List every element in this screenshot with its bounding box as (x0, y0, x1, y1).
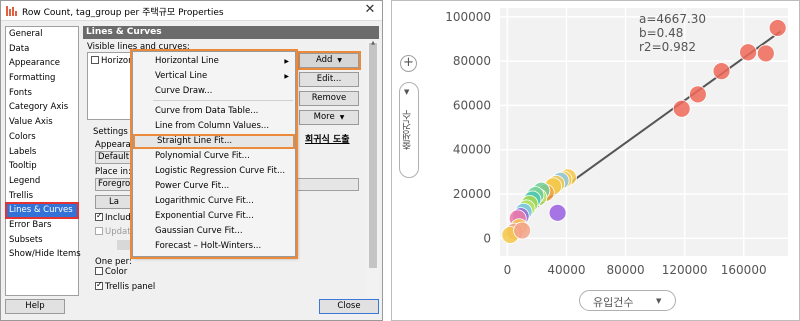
x-tick-label: 0 (504, 263, 512, 277)
y-tick-label: 80000 (453, 54, 491, 68)
chevron-up-icon: ▼ (404, 88, 410, 96)
stat-a: a=4667.30 (639, 12, 707, 26)
stat-r2: r2=0.982 (639, 40, 696, 54)
y-tick-label: 60000 (453, 98, 491, 112)
data-point (756, 44, 775, 63)
data-point (739, 43, 758, 62)
zoom-in-icon[interactable]: + (400, 55, 417, 72)
y-tick-label: 100000 (445, 10, 491, 24)
data-point (548, 203, 567, 222)
x-tick-label: 40000 (547, 263, 585, 277)
y-tick-label: 20000 (453, 187, 491, 201)
data-point (689, 85, 707, 104)
y-tick-label: 0 (483, 231, 491, 245)
x-axis-label: 유입건수 (593, 296, 634, 309)
fit-statistics: a=4667.30 b=0.48 r2=0.982 (639, 12, 706, 54)
chevron-down-icon: ▼ (656, 297, 662, 305)
x-tick-label: 80000 (606, 263, 644, 277)
data-point (768, 19, 787, 37)
y-axis-label: 출생건수 (403, 110, 414, 150)
data-point (712, 62, 731, 81)
x-tick-label: 160000 (721, 263, 767, 277)
stat-b: b=0.48 (639, 26, 684, 40)
y-tick-label: 40000 (453, 143, 491, 157)
x-tick-label: 120000 (662, 263, 708, 277)
data-point (672, 99, 691, 118)
data-point (513, 221, 532, 240)
